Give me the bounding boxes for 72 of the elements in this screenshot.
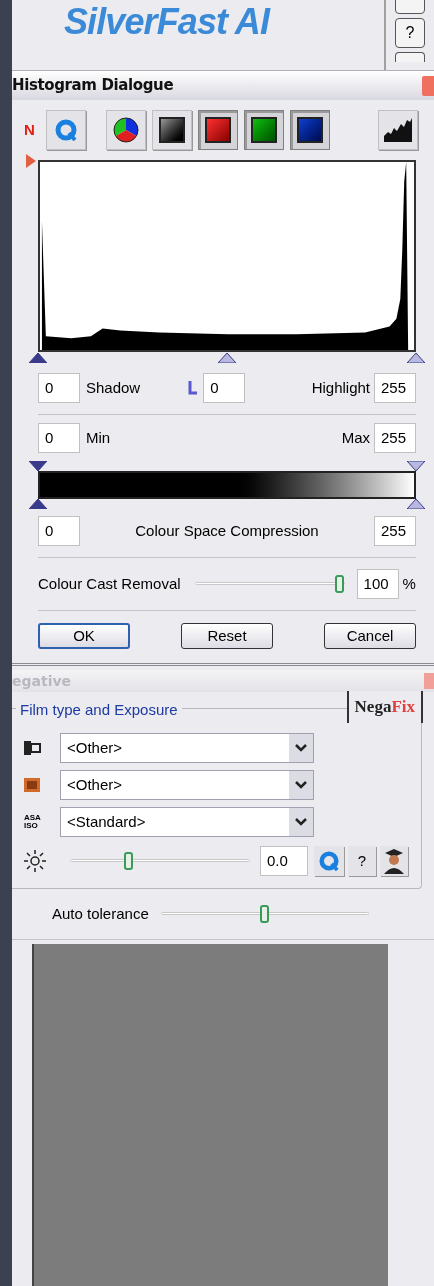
highlight-handle[interactable] [407, 353, 425, 363]
asa-iso-label: ASA ISO [24, 814, 41, 830]
min-handle[interactable] [29, 499, 47, 509]
brightness-icon [24, 850, 46, 872]
input-field[interactable]: 0 [38, 423, 80, 453]
expert-button[interactable] [380, 846, 408, 876]
chevron-icon [295, 744, 307, 752]
max-label: Max [341, 427, 370, 448]
percent-label: % [402, 573, 416, 594]
slider[interactable] [160, 904, 369, 924]
channel-button[interactable] [106, 110, 146, 150]
l-icon [188, 381, 198, 395]
quicktime-button[interactable] [314, 846, 344, 876]
highlight-label: Highlight [311, 377, 370, 398]
side-button[interactable] [395, 52, 425, 62]
slider-thumb[interactable] [335, 575, 345, 593]
app-logo: SilverFast AI [64, 2, 270, 42]
film-frame-icon [24, 778, 40, 792]
play-marker-icon [26, 154, 36, 168]
input-field[interactable]: 100 [356, 569, 399, 599]
dropdown[interactable]: <Other> [60, 733, 314, 763]
help-button[interactable]: ? [395, 18, 425, 48]
input-field[interactable]: 255 [374, 373, 416, 403]
chevron-icon [295, 818, 307, 826]
dropdown[interactable]: <Other> [60, 770, 314, 800]
input-field[interactable]: 0 [38, 373, 80, 403]
dialog-title: Histogram Dialogue [12, 75, 174, 97]
max-handle[interactable] [407, 461, 425, 471]
slider[interactable] [194, 574, 345, 594]
input-field[interactable]: 255 [374, 423, 416, 453]
dialog-button[interactable]: Cancel [324, 623, 416, 649]
dialog-button[interactable]: OK [38, 623, 130, 649]
histogram-icon [384, 118, 412, 142]
channel-button[interactable] [244, 110, 284, 150]
color-wheel-icon [113, 117, 139, 143]
swatch-icon [251, 117, 277, 143]
shadow-handle[interactable] [29, 353, 47, 363]
shadow-label: Shadow [86, 377, 141, 398]
cast-removal-label: Colour Cast Removal [38, 573, 181, 594]
swatch-icon [205, 117, 231, 143]
side-button[interactable] [395, 0, 425, 14]
dropdown[interactable]: <Standard> [60, 807, 314, 837]
graduate-icon [383, 848, 405, 874]
q-icon [55, 119, 77, 141]
chevron-icon [295, 781, 307, 789]
histogram-button[interactable] [378, 110, 418, 150]
input-field[interactable]: 255 [374, 516, 416, 546]
input-field[interactable]: 0 [203, 373, 246, 403]
q-icon [319, 851, 339, 871]
negafix-logo: NegaFix [346, 691, 423, 723]
auto-tolerance-label: Auto tolerance [52, 903, 149, 924]
film-canister-icon [24, 741, 42, 755]
input-field[interactable]: 0.0 [260, 846, 308, 876]
swatch-icon [159, 117, 185, 143]
quicktime-button[interactable] [46, 110, 86, 150]
min-label: Min [86, 427, 111, 448]
help-button[interactable]: ? [348, 846, 376, 876]
dialog-button[interactable]: Reset [181, 623, 273, 649]
slider-thumb[interactable] [259, 905, 269, 923]
slider-thumb[interactable] [124, 852, 134, 870]
min-handle[interactable] [29, 461, 47, 471]
close-icon[interactable] [422, 75, 434, 96]
input-field[interactable]: 0 [38, 516, 80, 546]
channel-button[interactable] [198, 110, 238, 150]
channel-button[interactable] [152, 110, 192, 150]
channel-button[interactable] [290, 110, 330, 150]
dialog-title: egative [12, 671, 72, 691]
max-handle[interactable] [407, 499, 425, 509]
compression-label: Colour Space Compression [134, 520, 320, 541]
slider[interactable] [70, 851, 250, 871]
swatch-icon [297, 117, 323, 143]
mode-label: N [24, 119, 36, 140]
